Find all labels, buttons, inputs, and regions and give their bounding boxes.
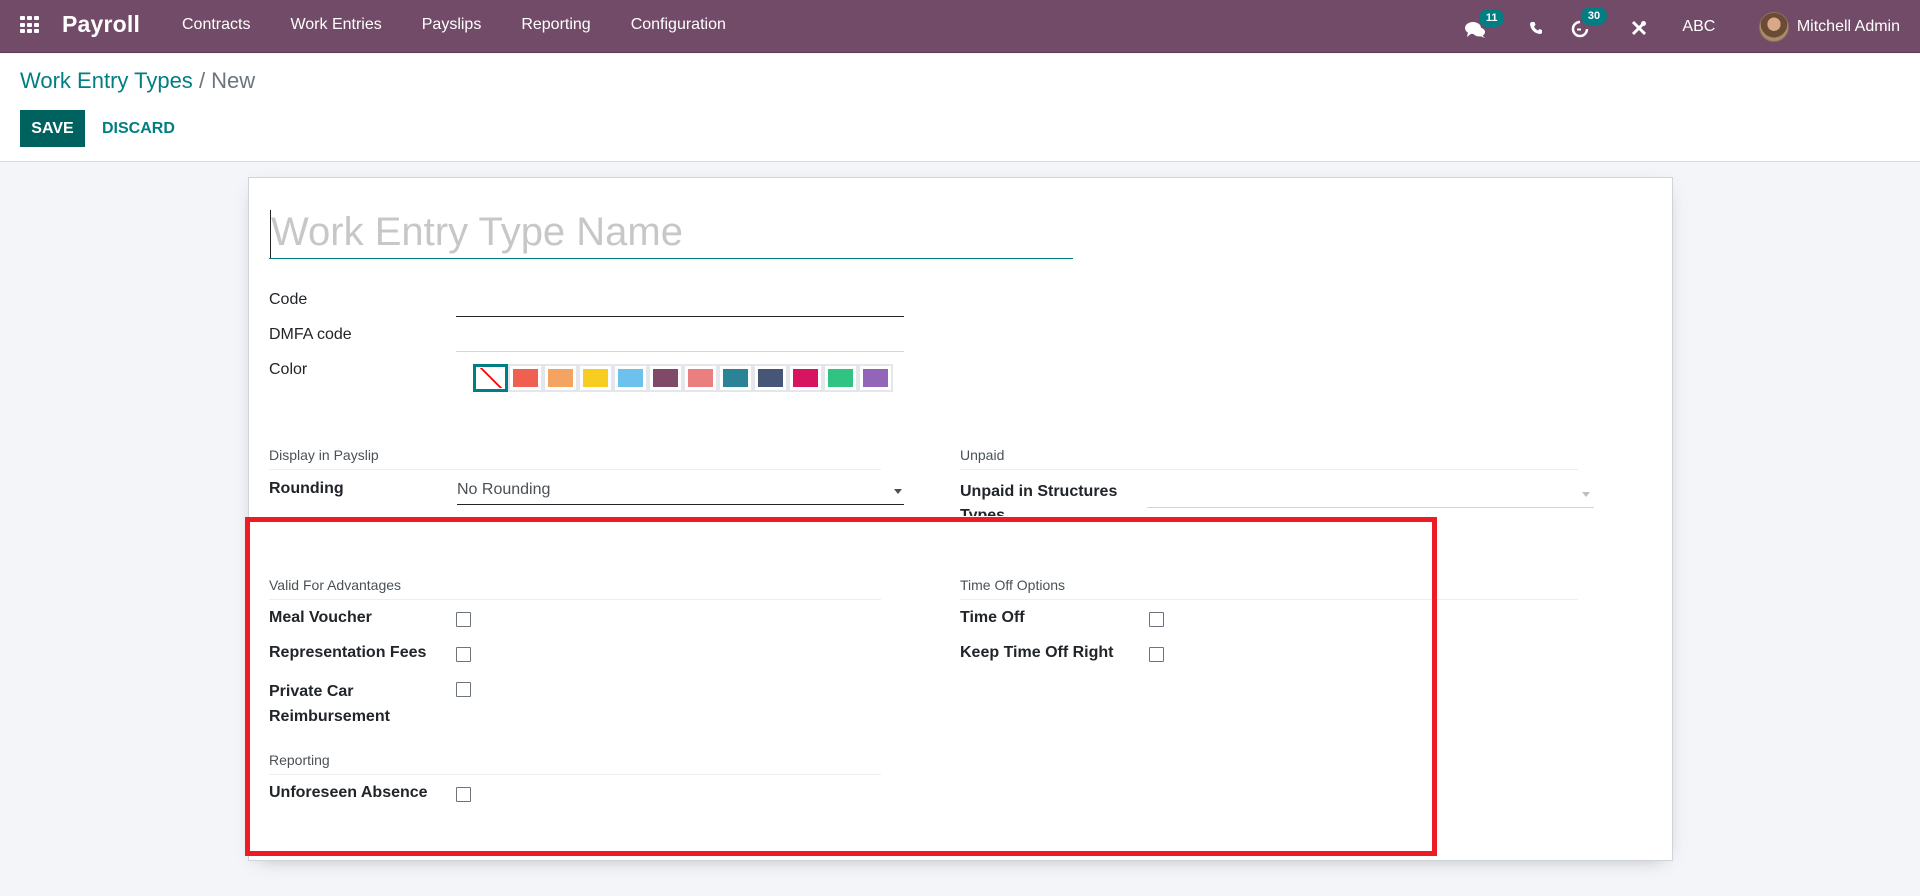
messages-button[interactable]: 11 <box>1449 0 1509 53</box>
form-sheet: Work Entry Type Name Code DMFA code Colo… <box>248 177 1673 861</box>
unpaid-in-structures-label: Unpaid in Structures Types <box>960 483 1118 516</box>
main-menu: Contracts Work Entries Payslips Reportin… <box>162 0 746 53</box>
tools-icon <box>1631 20 1646 35</box>
menu-payslips[interactable]: Payslips <box>402 0 502 53</box>
color-picker <box>473 364 893 392</box>
activities-count-badge: 30 <box>1580 7 1608 25</box>
keep-time-off-right-checkbox[interactable] <box>1149 647 1164 662</box>
systray: 11 30 ABC Mitchell Admin <box>1449 0 1920 53</box>
color-swatch[interactable] <box>683 364 718 392</box>
app-grid-icon[interactable] <box>20 16 40 34</box>
color-swatch[interactable] <box>508 364 543 392</box>
color-fill <box>583 369 608 387</box>
color-swatch[interactable] <box>543 364 578 392</box>
dmfa-code-label: DMFA code <box>269 326 352 343</box>
debug-tools-button[interactable] <box>1607 0 1659 53</box>
color-fill <box>688 369 713 387</box>
activities-button[interactable]: 30 <box>1551 0 1608 53</box>
color-label: Color <box>269 361 308 378</box>
control-panel: Work Entry Types / New SAVE DISCARD <box>0 54 1920 162</box>
color-fill <box>863 369 888 387</box>
section-unpaid: Unpaid <box>960 447 1578 470</box>
phone-button[interactable] <box>1509 0 1551 53</box>
representation-fees-checkbox[interactable] <box>456 647 471 662</box>
keep-time-off-right-label: Keep Time Off Right <box>960 644 1114 661</box>
user-menu[interactable]: Mitchell Admin <box>1739 0 1920 53</box>
save-button[interactable]: SAVE <box>20 110 85 147</box>
meal-voucher-label: Meal Voucher <box>269 609 372 626</box>
color-fill <box>548 369 573 387</box>
menu-work-entries[interactable]: Work Entries <box>270 0 401 53</box>
time-off-checkbox[interactable] <box>1149 612 1164 627</box>
color-swatch[interactable] <box>858 364 893 392</box>
color-fill <box>828 369 853 387</box>
color-swatch[interactable] <box>613 364 648 392</box>
rounding-label: Rounding <box>269 480 344 497</box>
work-entry-type-name-input[interactable]: Work Entry Type Name <box>269 205 1073 259</box>
no-color-icon <box>478 368 503 388</box>
messages-count-badge: 11 <box>1478 9 1505 27</box>
text-cursor <box>270 210 271 258</box>
dmfa-code-input[interactable] <box>456 351 904 352</box>
user-name: Mitchell Admin <box>1796 17 1900 35</box>
breadcrumb: Work Entry Types / New <box>20 68 255 94</box>
time-off-label: Time Off <box>960 609 1025 626</box>
color-fill <box>618 369 643 387</box>
chevron-down-icon <box>894 489 902 494</box>
private-car-reimbursement-checkbox[interactable] <box>456 682 471 697</box>
company-switcher[interactable]: ABC <box>1659 0 1739 53</box>
meal-voucher-checkbox[interactable] <box>456 612 471 627</box>
user-avatar <box>1758 11 1789 42</box>
color-swatch[interactable] <box>718 364 753 392</box>
company-name: ABC <box>1682 17 1716 35</box>
representation-fees-label: Representation Fees <box>269 644 427 661</box>
breadcrumb-work-entry-types[interactable]: Work Entry Types <box>20 68 193 93</box>
color-swatch[interactable] <box>648 364 683 392</box>
section-time-off-options: Time Off Options <box>960 577 1578 600</box>
color-fill <box>653 369 678 387</box>
rounding-select[interactable]: No Rounding <box>457 481 904 505</box>
color-fill <box>513 369 538 387</box>
top-navbar: Payroll Contracts Work Entries Payslips … <box>0 0 1920 53</box>
chevron-down-icon <box>1582 492 1590 497</box>
color-fill <box>723 369 748 387</box>
color-swatch[interactable] <box>578 364 613 392</box>
section-reporting: Reporting <box>269 752 881 775</box>
breadcrumb-current: New <box>211 68 256 93</box>
app-name[interactable]: Payroll <box>62 11 140 38</box>
breadcrumb-separator: / <box>198 68 212 93</box>
section-display-in-payslip: Display in Payslip <box>269 447 881 470</box>
unforeseen-absence-checkbox[interactable] <box>456 787 471 802</box>
code-input[interactable] <box>456 316 904 317</box>
menu-reporting[interactable]: Reporting <box>501 0 610 53</box>
color-swatch-no-color[interactable] <box>473 364 508 392</box>
discard-button[interactable]: DISCARD <box>92 110 185 147</box>
color-fill <box>793 369 818 387</box>
color-swatch[interactable] <box>788 364 823 392</box>
section-valid-for-advantages: Valid For Advantages <box>269 577 881 600</box>
menu-contracts[interactable]: Contracts <box>162 0 270 53</box>
color-swatch[interactable] <box>753 364 788 392</box>
color-swatch[interactable] <box>823 364 858 392</box>
unpaid-in-structures-select[interactable] <box>1147 484 1594 508</box>
menu-configuration[interactable]: Configuration <box>611 0 746 53</box>
unforeseen-absence-label: Unforeseen Absence <box>269 784 428 801</box>
color-fill <box>758 369 783 387</box>
rounding-value: No Rounding <box>457 481 551 498</box>
code-label: Code <box>269 291 308 308</box>
private-car-reimbursement-label: Private Car Reimbursement <box>269 683 390 725</box>
phone-icon <box>1529 22 1542 34</box>
